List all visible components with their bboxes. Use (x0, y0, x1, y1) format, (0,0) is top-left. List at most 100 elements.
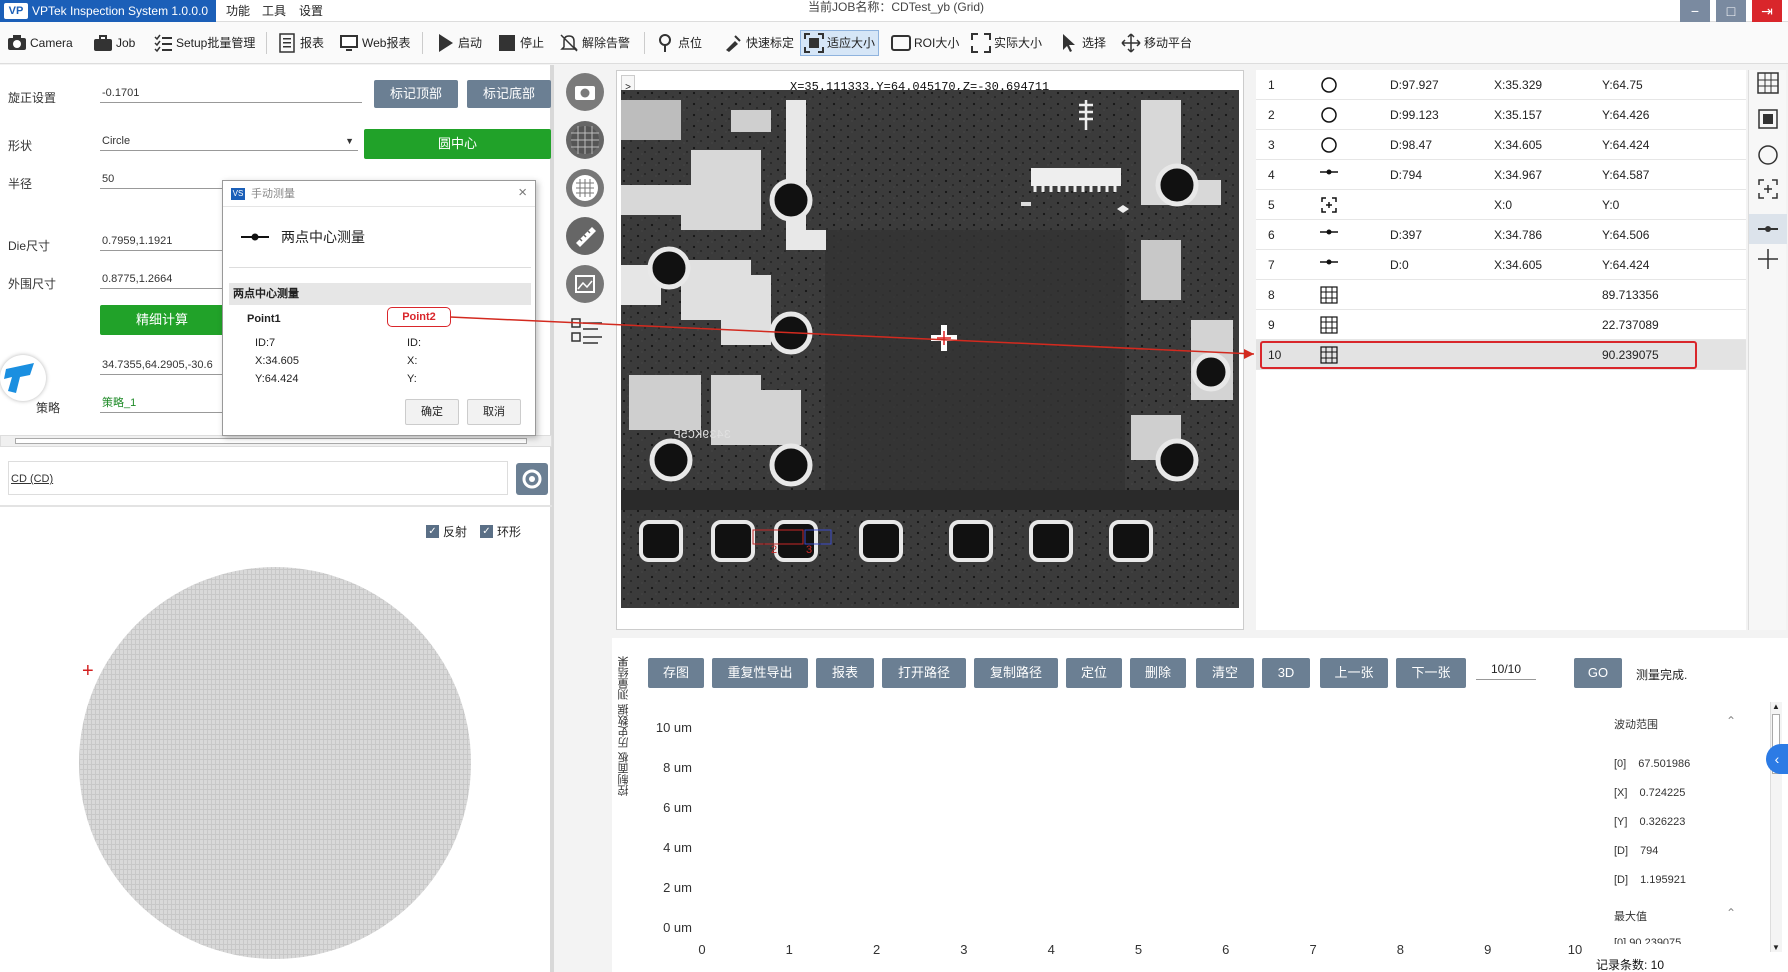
strategy-input[interactable]: 策略_1 (100, 393, 224, 413)
two-point-icon (1320, 166, 1338, 180)
copy-path-button[interactable]: 复制路径 (974, 658, 1058, 688)
wafer-map[interactable] (76, 565, 474, 965)
scroll-down-icon[interactable]: ▼ (1772, 943, 1780, 952)
die-size-input[interactable]: 0.7959,1.1921 (100, 231, 224, 251)
snapshot-button[interactable] (566, 73, 604, 111)
grid-view-button[interactable] (566, 121, 604, 159)
menu-tools[interactable]: 工具 (262, 0, 286, 22)
toolbar-clear-alarm[interactable]: 解除告警 (556, 30, 633, 56)
next-button[interactable]: 下一张 (1396, 658, 1466, 688)
go-button[interactable]: GO (1574, 658, 1622, 688)
crosshair-box-icon[interactable] (1757, 108, 1779, 130)
toolbar-camera[interactable]: Camera (4, 30, 76, 56)
wafer-view-button[interactable] (566, 169, 604, 207)
bell-off-icon (560, 34, 578, 52)
inspection-image-canvas[interactable]: 2 3 3439KC5P (621, 90, 1239, 608)
locate-button[interactable]: 定位 (1066, 658, 1122, 688)
clear-button[interactable]: 清空 (1196, 658, 1254, 688)
mark-bottom-button[interactable]: 标记底部 (467, 80, 551, 108)
table-row[interactable]: 2 D:99.123 X:35.157 Y:64.426 (1256, 100, 1746, 130)
scroll-up-icon[interactable]: ▲ (1772, 702, 1780, 711)
rotation-input[interactable]: -0.1701 (100, 83, 362, 103)
chevron-up-icon[interactable]: ⌃ (1726, 906, 1736, 920)
fine-calc-button[interactable]: 精细计算 (100, 305, 224, 335)
x-tick-label: 7 (1309, 942, 1316, 957)
measure-tool-button[interactable] (566, 217, 604, 255)
toolbar-actual-size[interactable]: 实际大小 (968, 30, 1045, 56)
reflect-checkbox[interactable]: ✓ 反射 (426, 523, 467, 540)
prev-button[interactable]: 上一张 (1320, 658, 1388, 688)
toolbar-stop[interactable]: 停止 (494, 30, 547, 56)
table-row[interactable]: 1 D:97.927 X:35.329 Y:64.75 (1256, 70, 1746, 100)
toolbar-quick-calibrate[interactable]: 快速标定 (720, 30, 797, 56)
point1-label[interactable]: Point1 (247, 313, 281, 325)
table-row[interactable]: 7 D:0 X:34.605 Y:64.424 (1256, 250, 1746, 280)
checklist-icon (571, 318, 602, 344)
angle-grid-icon[interactable] (1757, 72, 1779, 94)
row-x: X:34.967 (1494, 168, 1543, 182)
toolbar-label: Web报表 (362, 36, 411, 50)
table-row[interactable]: 3 D:98.47 X:34.605 Y:64.424 (1256, 130, 1746, 160)
chevron-up-icon[interactable]: ⌃ (1726, 714, 1736, 728)
dialog-ok-button[interactable]: 确定 (405, 399, 459, 425)
toolbar-setup[interactable]: Setup批量管理 (150, 30, 258, 56)
tab-control-panel[interactable]: 控制面板 (616, 752, 636, 796)
table-row[interactable]: 5 X:0 Y:0 (1256, 190, 1746, 220)
circle-center-button[interactable]: 圆中心 (364, 129, 551, 159)
cd-settings-button[interactable] (516, 463, 548, 495)
floating-logo[interactable] (0, 355, 46, 401)
collapse-panel-button[interactable]: ‹ (1766, 744, 1788, 774)
report-button[interactable]: 报表 (816, 658, 874, 688)
image-gallery-button[interactable] (566, 265, 604, 303)
checklist-view-button[interactable] (570, 315, 604, 349)
toolbar-job[interactable]: Job (90, 30, 138, 56)
two-point-icon[interactable] (1757, 218, 1779, 240)
dialog-close-icon[interactable]: × (518, 184, 527, 201)
stat-key: [0] (1614, 758, 1627, 770)
table-row[interactable]: 6 D:397 X:34.786 Y:64.506 (1256, 220, 1746, 250)
inspection-image[interactable]: 2 3 3439KC5P (621, 90, 1239, 608)
ring-checkbox[interactable]: ✓ 环形 (480, 523, 521, 540)
delete-button[interactable]: 删除 (1130, 658, 1186, 688)
tab-history[interactable]: 历史数据 (616, 704, 636, 748)
app-logo: VP (4, 3, 28, 19)
stats-scrollbar[interactable]: ▲ ▼ (1770, 702, 1782, 952)
coords-input[interactable]: 34.7355,64.2905,-30.6 (100, 355, 224, 375)
shape-select[interactable]: Circle ▼ (100, 131, 358, 151)
row-x: X:34.605 (1494, 138, 1543, 152)
dialog-cancel-button[interactable]: 取消 (467, 399, 521, 425)
horizontal-scrollbar[interactable] (0, 435, 552, 447)
close-button[interactable]: ⇥ (1752, 0, 1782, 22)
toolbar-start[interactable]: 启动 (432, 30, 485, 56)
point2-label[interactable]: Point2 (387, 307, 451, 327)
3d-button[interactable]: 3D (1262, 658, 1310, 688)
toolbar-select[interactable]: 选择 (1056, 30, 1109, 56)
checklist-icon (154, 34, 172, 53)
toolbar-web-report[interactable]: Web报表 (336, 30, 413, 56)
table-row[interactable]: 8 89.713356 (1256, 280, 1746, 310)
x-tick-label: 5 (1135, 942, 1142, 957)
mark-top-button[interactable]: 标记顶部 (374, 80, 458, 108)
cd-select[interactable]: CD (CD) (8, 461, 508, 495)
crosshair-icon[interactable] (1757, 248, 1779, 270)
save-image-button[interactable]: 存图 (648, 658, 704, 688)
toolbar-report[interactable]: 报表 (274, 30, 327, 56)
menu-function[interactable]: 功能 (226, 0, 250, 22)
maximize-button[interactable]: □ (1716, 0, 1746, 22)
toolbar-point[interactable]: 点位 (652, 30, 705, 56)
circle-icon[interactable] (1757, 144, 1779, 166)
table-row[interactable]: 4 D:794 X:34.967 Y:64.587 (1256, 160, 1746, 190)
outer-size-input[interactable]: 0.8775,1.2664 (100, 269, 224, 289)
open-path-button[interactable]: 打开路径 (882, 658, 966, 688)
minimize-button[interactable]: − (1680, 0, 1710, 22)
crosshair-box-icon[interactable] (1757, 178, 1779, 200)
table-row[interactable]: 9 22.737089 (1256, 310, 1746, 340)
scrollbar-thumb[interactable] (15, 438, 527, 444)
page-indicator[interactable]: 10/10 (1476, 658, 1536, 680)
tab-results[interactable]: 测量结果 (616, 656, 636, 700)
export-repeatability-button[interactable]: 重复性导出 (712, 658, 808, 688)
toolbar-move-stage[interactable]: 移动平台 (1118, 30, 1195, 56)
toolbar-roi-size[interactable]: ROI大小 (888, 30, 962, 56)
toolbar-fit-size[interactable]: 适应大小 (800, 30, 880, 56)
menu-settings[interactable]: 设置 (299, 0, 323, 22)
